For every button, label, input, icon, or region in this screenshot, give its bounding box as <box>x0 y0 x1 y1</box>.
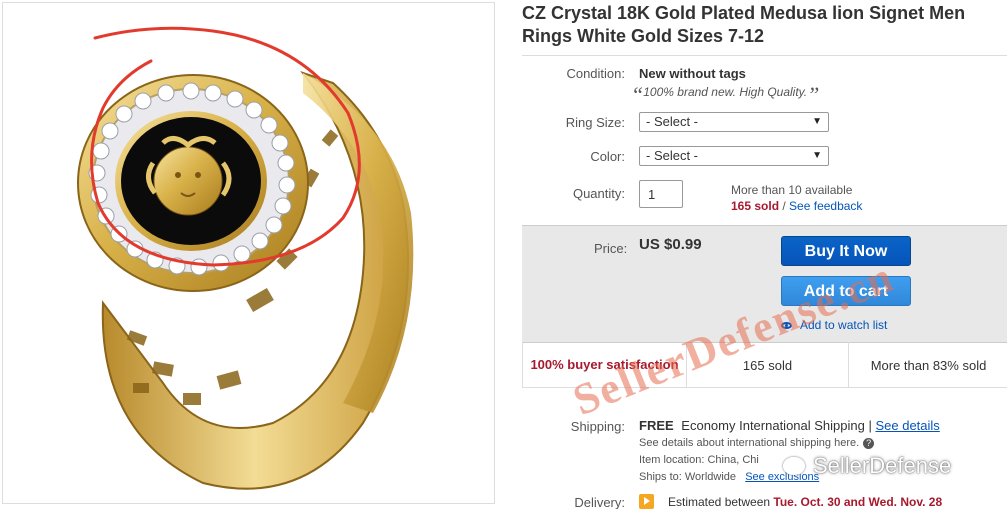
watch-label: Add to watch list <box>800 318 888 332</box>
add-to-cart-button[interactable]: Add to cart <box>781 276 911 306</box>
product-image[interactable] <box>2 2 495 504</box>
price-box: Price: US $0.99 Buy It Now Add to cart A… <box>522 225 1007 343</box>
sold-count[interactable]: 165 sold <box>731 199 779 213</box>
delivery-flag-icon <box>639 494 654 509</box>
help-icon[interactable]: ? <box>863 438 875 449</box>
divider <box>522 55 1007 56</box>
color-label: Color: <box>590 149 625 164</box>
international-note-text: See details about international shipping… <box>639 437 860 449</box>
sold-stat: 165 sold <box>686 342 848 388</box>
sold-feedback-line: 165 sold / See feedback <box>731 198 862 214</box>
condition-value: New without tags <box>639 66 746 81</box>
listing-details: CZ Crystal 18K Gold Plated Medusa lion S… <box>522 0 1007 509</box>
shipping-method: Economy International Shipping <box>681 418 865 433</box>
condition-label: Condition: <box>566 66 625 81</box>
shipping-divider: | <box>864 418 876 433</box>
eye-icon <box>781 322 792 329</box>
delivery-dates: Tue. Oct. 30 and Wed. Nov. 28 <box>773 495 943 509</box>
buyer-satisfaction: 100% buyer satisfaction <box>530 357 679 372</box>
see-feedback-link[interactable]: See feedback <box>789 199 862 213</box>
color-select[interactable]: - Select - ▼ <box>639 146 829 166</box>
see-details-link[interactable]: See details <box>875 418 939 433</box>
close-quote-icon: ” <box>807 82 820 107</box>
shipping-free: FREE <box>639 418 674 433</box>
delivery-text: Estimated between <box>668 495 771 509</box>
see-exclusions-link[interactable]: See exclusions <box>745 471 819 483</box>
add-to-watch-list-link[interactable]: Add to watch list <box>781 318 887 332</box>
availability: More than 10 available 165 sold / See fe… <box>731 182 862 214</box>
open-quote-icon: “ <box>631 82 644 107</box>
ring-size-label: Ring Size: <box>565 115 625 130</box>
delivery-estimate: Estimated between Tue. Oct. 30 and Wed. … <box>668 495 942 509</box>
listing-title: CZ Crystal 18K Gold Plated Medusa lion S… <box>522 3 966 46</box>
shipping-label: Shipping: <box>570 419 625 434</box>
ships-to-text: Ships to: Worldwide <box>639 471 737 483</box>
buy-it-now-button[interactable]: Buy It Now <box>781 236 911 266</box>
ring-size-select[interactable]: - Select - ▼ <box>639 112 829 132</box>
ships-to: Ships to: Worldwide See exclusions <box>639 471 819 483</box>
international-shipping-note: See details about international shipping… <box>639 437 875 449</box>
dropdown-arrow-icon: ▼ <box>812 150 822 161</box>
dropdown-arrow-icon: ▼ <box>812 116 822 127</box>
item-location: Item location: China, Chi <box>639 454 759 466</box>
delivery-label: Delivery: <box>574 495 625 509</box>
price-value: US $0.99 <box>639 236 702 253</box>
shipping-main: FREE Economy International Shipping | Se… <box>639 418 940 433</box>
color-selected: - Select - <box>646 148 699 163</box>
condition-note-text: 100% brand new. High Quality. <box>643 85 808 99</box>
percent-sold-stat: More than 83% sold <box>848 342 1007 388</box>
quantity-label: Quantity: <box>572 186 625 201</box>
ring-size-selected: - Select - <box>646 114 699 129</box>
ring-image <box>77 26 414 490</box>
stats-row: 100% buyer satisfaction 165 sold More th… <box>522 342 1007 388</box>
quantity-input[interactable]: 1 <box>639 180 683 208</box>
price-label: Price: <box>594 241 628 256</box>
slash-separator: / <box>779 199 790 213</box>
condition-note: “100% brand new. High Quality.” <box>631 82 819 108</box>
available-count: More than 10 available <box>731 183 853 197</box>
